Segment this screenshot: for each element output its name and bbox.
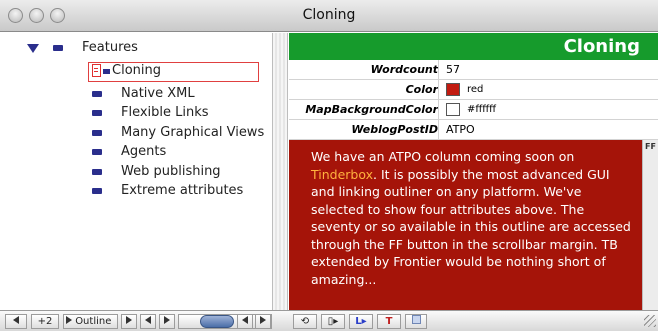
outline-scrollbar[interactable] [272,33,288,310]
right-arrow-icon [260,316,266,324]
note-icon [92,149,102,155]
scroll-thumb[interactable] [200,315,234,328]
zoom-level[interactable]: +2 [31,314,59,329]
expand-button[interactable] [121,314,137,329]
text-tool-button[interactable]: T [377,314,401,329]
left-arrow-icon [242,316,248,324]
note-text: . It is possibly the most advanced GUI a… [311,166,631,287]
window-title: Cloning [302,7,356,23]
note-icon [92,110,102,116]
right-arrow-icon [126,316,132,324]
color-swatch[interactable] [446,103,460,116]
outline-item-agents[interactable]: Agents [121,144,166,159]
color-tool-button[interactable] [405,314,427,329]
left-arrow-icon [145,316,151,324]
scroll-right-button[interactable] [159,314,175,329]
note-scrollbar[interactable]: FF [642,140,658,310]
tinderbox-link[interactable]: Tinderbox [311,167,373,182]
attribute-value-field[interactable]: #ffffff [467,104,496,115]
link-tool-button[interactable]: ⟲ [293,314,317,329]
note-text-area[interactable]: We have an ATPO column coming soon on Ti… [289,140,642,310]
attribute-row-weblogpostid: WeblogPostID ATPO [289,120,658,140]
attribute-row-mapbackgroundcolor: MapBackgroundColor #ffffff [289,100,658,120]
attribute-name: MapBackgroundColor [305,103,438,116]
outline-item-web-publishing[interactable]: Web publishing [121,164,221,179]
divider [438,120,439,140]
bottom-toolbar: +2 Outline ⟲ ▯▸ L▸ T [0,310,658,331]
outline-item-features[interactable]: Features [82,40,138,55]
divider [438,60,439,80]
attribute-value-field[interactable]: ATPO [446,123,475,136]
note-text: We have an ATPO column coming soon on [311,149,575,164]
outline-item-cloning[interactable]: Cloning [112,63,161,78]
outline-item-extreme-attributes[interactable]: Extreme attributes [121,183,243,198]
note-icon [92,169,102,175]
disclosure-triangle-icon[interactable] [27,44,39,53]
note-tool-button[interactable]: ▯▸ [321,314,345,329]
scroll-left-button[interactable] [237,314,253,329]
layout-tool-button[interactable]: L▸ [349,314,373,329]
attribute-name: Color [405,83,438,96]
color-swatch[interactable] [446,83,460,96]
divider [438,100,439,120]
note-icon [92,130,102,136]
scroll-right-button[interactable] [255,314,271,329]
divider [438,80,439,100]
resize-grip-icon[interactable] [644,315,656,327]
outline-item-native-xml[interactable]: Native XML [121,86,195,101]
note-icon [103,69,110,74]
title-bar: Cloning [0,0,658,32]
clone-note-icon [92,64,101,77]
right-arrow-icon [164,316,170,324]
color-chip-icon [411,315,421,324]
note-title: Cloning [289,33,658,60]
view-label: Outline [75,316,112,327]
zoom-out-button[interactable] [5,314,27,329]
view-selector[interactable]: Outline [63,314,118,329]
note-icon [92,188,102,194]
popup-arrow-icon [66,316,72,324]
ff-button[interactable]: FF [645,143,656,159]
scroll-left-button[interactable] [140,314,156,329]
outline-item-flexible-links[interactable]: Flexible Links [121,105,209,120]
attribute-name: WeblogPostID [351,123,438,136]
left-arrow-icon [13,316,19,324]
attribute-name: Wordcount [370,63,438,76]
outline-item-graphical-views[interactable]: Many Graphical Views [121,125,264,140]
attribute-value-field[interactable]: red [467,84,483,95]
attribute-value-field[interactable]: 57 [446,63,460,76]
note-icon [92,91,102,97]
attribute-row-color: Color red [289,80,658,100]
note-icon [53,45,63,51]
attribute-row-wordcount: Wordcount 57 [289,60,658,80]
